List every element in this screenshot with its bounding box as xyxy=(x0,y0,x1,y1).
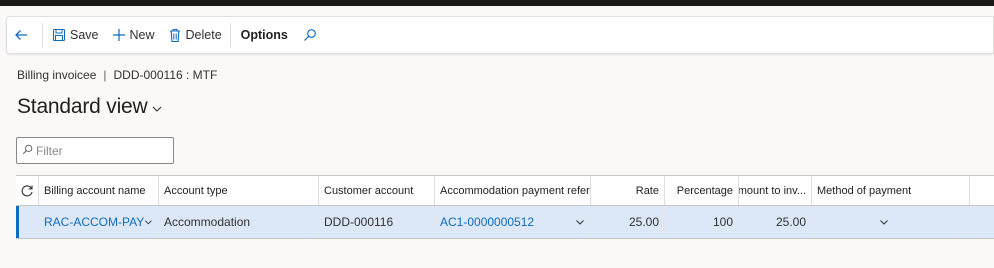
save-label: Save xyxy=(70,28,99,42)
chevron-down-icon[interactable] xyxy=(575,217,585,227)
column-header-percentage[interactable]: Percentage xyxy=(665,176,739,205)
column-header-billing-account-name[interactable]: Billing account name xyxy=(39,176,159,205)
back-button[interactable] xyxy=(7,17,40,53)
new-label: New xyxy=(129,28,155,42)
percentage-cell[interactable]: 100 xyxy=(665,206,739,238)
chevron-down-icon xyxy=(153,106,162,112)
page-title: Standard view xyxy=(17,95,148,118)
column-header-amount-to-invoice[interactable]: Amount to inv... xyxy=(739,176,812,205)
options-tab[interactable]: Options xyxy=(233,17,296,53)
chevron-down-icon[interactable] xyxy=(144,217,153,227)
column-header-account-type[interactable]: Account type xyxy=(159,176,319,205)
trash-icon xyxy=(167,27,183,43)
column-header-method-of-payment[interactable]: Method of payment xyxy=(812,176,970,205)
rate-cell[interactable]: 25.00 xyxy=(591,206,665,238)
breadcrumb-record: DDD-000116 : MTF xyxy=(113,68,218,82)
new-button[interactable]: New xyxy=(105,17,161,53)
toolbar-divider xyxy=(42,23,43,47)
breadcrumb-parent[interactable]: Billing invoicee xyxy=(17,68,96,82)
search-icon xyxy=(302,27,318,43)
account-type-cell[interactable]: Accommodation xyxy=(159,206,319,238)
chevron-down-icon[interactable] xyxy=(879,217,889,227)
accommodation-payment-reference-value: AC1-0000000512 xyxy=(440,215,535,229)
customer-account-cell[interactable]: DDD-000116 xyxy=(319,206,435,238)
view-selector[interactable]: Standard view xyxy=(17,95,163,119)
filter-input[interactable] xyxy=(33,143,166,158)
column-header-customer-account[interactable]: Customer account xyxy=(319,176,435,205)
action-pane: Save New Delete Options xyxy=(6,16,994,54)
search-button[interactable] xyxy=(296,17,327,53)
save-icon xyxy=(51,27,67,43)
accommodation-payment-reference-cell[interactable]: AC1-0000000512 xyxy=(435,206,591,238)
grid-header: Billing account name Account type Custom… xyxy=(16,175,994,206)
billing-account-name-cell[interactable]: RAC-ACCOM-PAY xyxy=(39,206,159,238)
delete-button[interactable]: Delete xyxy=(161,17,228,53)
breadcrumb-separator: | xyxy=(103,68,107,82)
delete-label: Delete xyxy=(185,28,222,42)
amount-to-invoice-cell[interactable]: 25.00 xyxy=(739,206,812,238)
filter-box[interactable] xyxy=(16,137,174,164)
breadcrumb: Billing invoicee | DDD-000116 : MTF xyxy=(17,68,217,82)
refresh-button[interactable] xyxy=(16,176,39,205)
column-header-rate[interactable]: Rate xyxy=(591,176,665,205)
search-icon xyxy=(22,142,33,160)
app-top-bar xyxy=(0,0,994,6)
arrow-left-icon xyxy=(13,27,29,43)
column-header-accommodation-payment-reference[interactable]: Accommodation payment reference xyxy=(435,176,591,205)
table-row[interactable]: RAC-ACCOM-PAY Accommodation DDD-000116 A… xyxy=(16,206,994,239)
selected-row-indicator xyxy=(16,206,19,238)
options-label: Options xyxy=(240,28,288,42)
row-selector[interactable] xyxy=(16,206,39,238)
plus-icon xyxy=(111,27,127,43)
refresh-icon xyxy=(21,184,33,196)
toolbar-divider xyxy=(229,23,231,47)
method-of-payment-cell[interactable] xyxy=(812,206,970,238)
billing-invoicee-grid: Billing account name Account type Custom… xyxy=(16,175,994,239)
billing-account-name-value: RAC-ACCOM-PAY xyxy=(44,215,145,229)
save-button[interactable]: Save xyxy=(45,17,105,53)
